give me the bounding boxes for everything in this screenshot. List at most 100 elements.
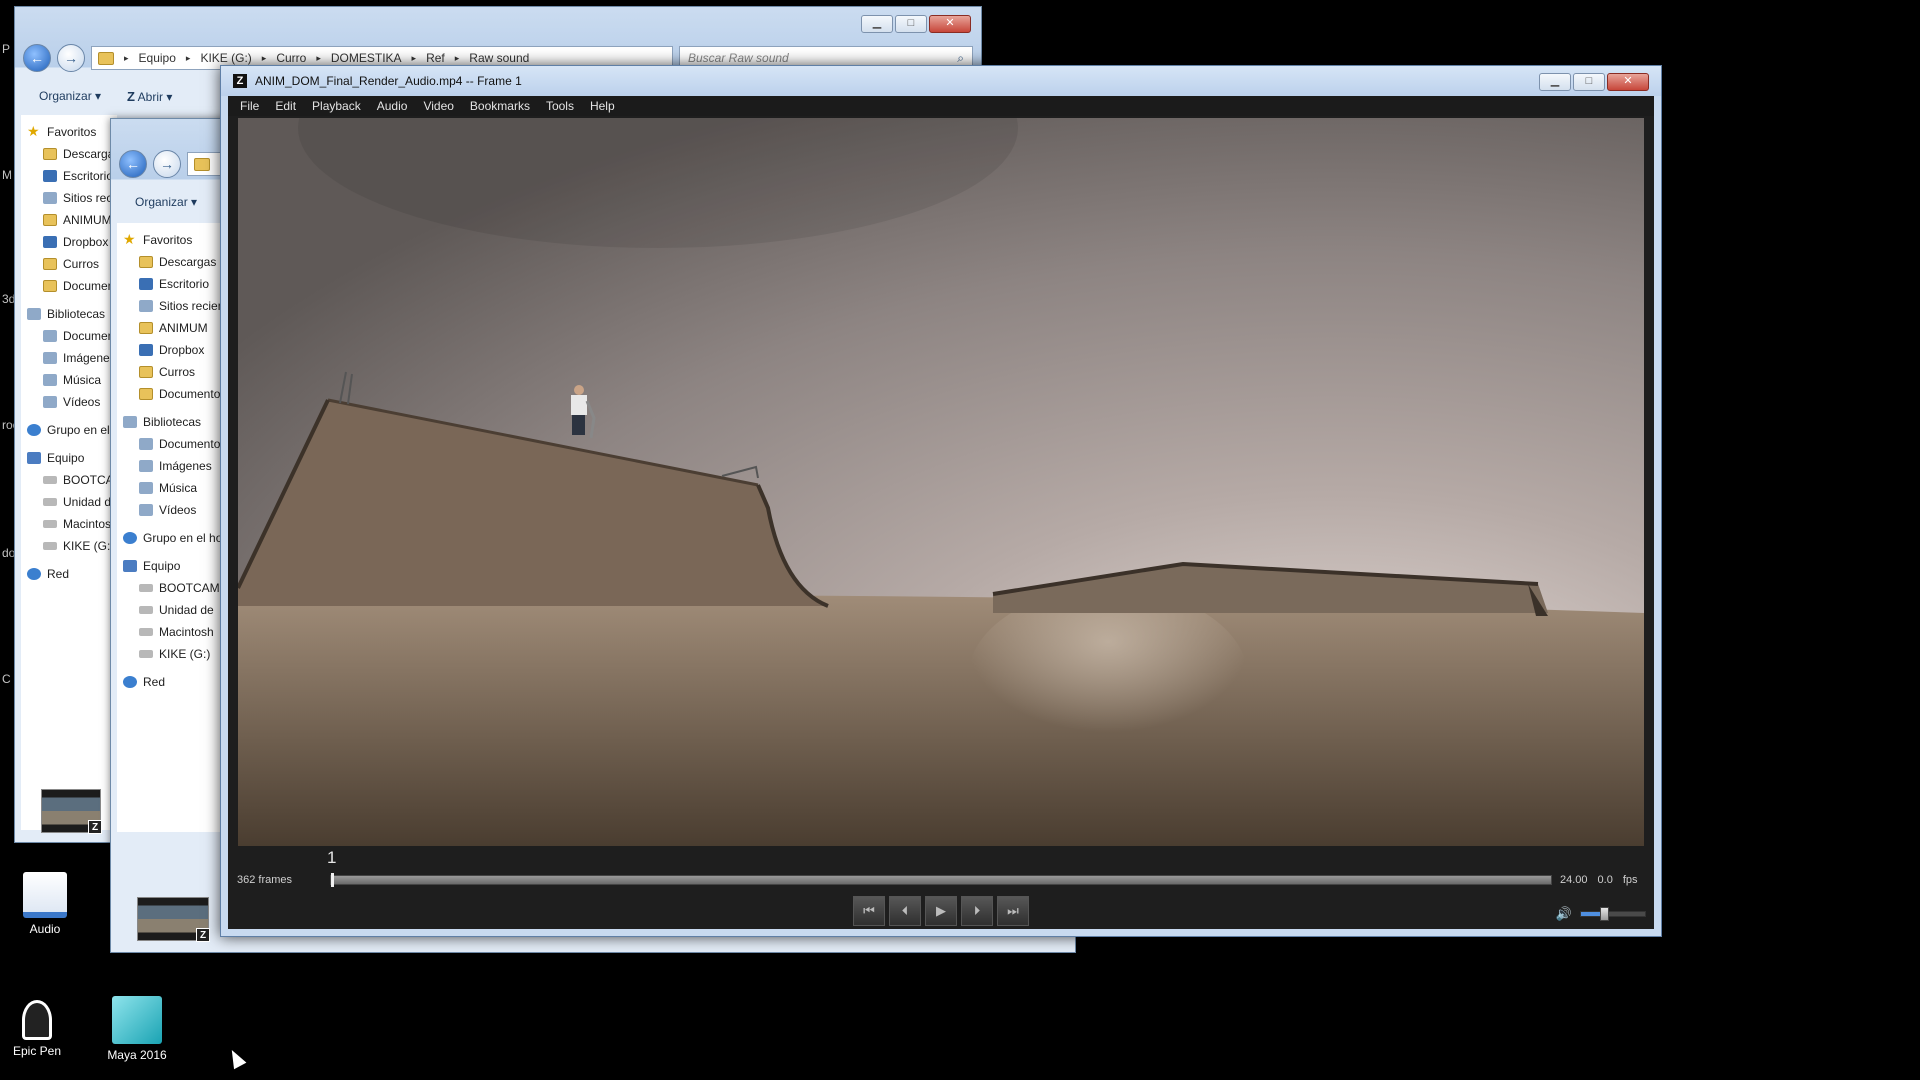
menu-item[interactable]: Video [415,99,461,113]
seek-bar[interactable] [330,873,1552,887]
nav-item[interactable]: ★ Favoritos [21,121,117,143]
nav-item[interactable]: Bibliotecas [117,411,223,433]
breadcrumb-separator-icon[interactable]: ▸ [124,53,129,64]
go-to-end-button[interactable]: ⏭ [997,896,1029,926]
nav-item[interactable]: Grupo en el hogar [21,419,117,441]
volume-knob[interactable] [1600,907,1610,921]
breadcrumb-segment[interactable]: KIKE (G:) [200,51,251,65]
minimize-button[interactable]: ▁ [861,15,893,33]
nav-item[interactable]: Equipo [21,447,117,469]
nav-item[interactable]: Equipo [117,555,223,577]
nav-item[interactable]: Curros [117,361,223,383]
forward-arrow-icon[interactable]: → [153,150,181,178]
nav-item[interactable]: Música [21,369,117,391]
video-player-window[interactable]: Z ANIM_DOM_Final_Render_Audio.mp4 -- Fra… [220,65,1662,937]
nav-item[interactable]: Escritorio [21,165,117,187]
play-button[interactable]: ▶ [925,896,957,926]
nav-item[interactable]: Vídeos [117,499,223,521]
nav-item[interactable]: Sitios recientes [21,187,117,209]
breadcrumb-separator-icon[interactable]: ▸ [186,53,191,64]
menu-item[interactable]: Help [582,99,623,113]
nav-item-label: Macintosh [159,625,214,639]
nav-item[interactable]: Documentos [117,433,223,455]
breadcrumb-separator-icon[interactable]: ▸ [412,53,417,64]
back-arrow-icon[interactable]: ← [23,44,51,72]
nav-item[interactable]: Imágenes [117,455,223,477]
desktop-icon-epic-pen[interactable]: Epic Pen [0,1000,82,1058]
nav-item[interactable]: Dropbox [21,231,117,253]
nav-item[interactable]: Grupo en el hogar [117,527,223,549]
forward-arrow-icon[interactable]: → [57,44,85,72]
close-button[interactable]: ✕ [929,15,971,33]
nav-item[interactable]: ANIMUM [21,209,117,231]
step-forward-button[interactable]: ⏵ [961,896,993,926]
open-button[interactable]: Z Abrir ▾ [127,89,172,104]
nav-item[interactable]: Descargas [117,251,223,273]
breadcrumb-segment[interactable]: Curro [276,51,306,65]
back-arrow-icon[interactable]: ← [119,150,147,178]
seek-bar-handle[interactable] [331,873,334,887]
nav-item[interactable]: Unidad de [117,599,223,621]
nav-item[interactable]: Sitios recientes [117,295,223,317]
lib-icon [139,482,153,494]
nav-item[interactable]: ★ Favoritos [117,229,223,251]
organize-button[interactable]: Organizar ▾ [39,89,101,103]
pc-icon [123,560,137,572]
maximize-button[interactable]: □ [895,15,927,33]
nav-item[interactable]: Documentos [21,325,117,347]
menu-item[interactable]: Playback [304,99,369,113]
nav-item[interactable]: KIKE (G:) [117,643,223,665]
menu-item[interactable]: Bookmarks [462,99,538,113]
nav-item[interactable]: Dropbox [117,339,223,361]
maximize-button[interactable]: □ [1573,73,1605,91]
nav-item[interactable]: Vídeos [21,391,117,413]
nav-item[interactable]: Escritorio [117,273,223,295]
nav-item[interactable]: Macintosh [21,513,117,535]
video-thumbnail[interactable]: Z [137,897,210,942]
nav-item[interactable]: Música [117,477,223,499]
nav-item-label: Bibliotecas [143,415,202,429]
breadcrumb-separator-icon[interactable]: ▸ [455,53,460,64]
nav-item-label: Red [143,675,166,689]
nav-item[interactable]: Macintosh [117,621,223,643]
menu-item[interactable]: Edit [267,99,304,113]
breadcrumb-segment[interactable]: Equipo [139,51,176,65]
video-thumbnail[interactable]: Z [41,789,102,834]
nav-item-label: Escritorio [159,277,210,291]
nav-item[interactable]: BOOTCAMP [21,469,117,491]
breadcrumb-segment[interactable]: Ref [426,51,445,65]
nav-item[interactable]: KIKE (G:) [21,535,117,557]
desktop-icon-audio[interactable]: Audio [0,872,90,936]
nav-item-label: Red [47,567,70,581]
player-title-bar[interactable]: Z ANIM_DOM_Final_Render_Audio.mp4 -- Fra… [221,66,1661,96]
breadcrumb-separator-icon[interactable]: ▸ [316,53,321,64]
breadcrumb-separator-icon[interactable]: ▸ [262,53,267,64]
breadcrumb-segment[interactable]: DOMESTIKA [331,51,402,65]
menu-item[interactable]: Audio [369,99,416,113]
nav-item[interactable]: Bibliotecas [21,303,117,325]
nav-item[interactable]: Descargas [21,143,117,165]
nav-item[interactable]: Documentos [21,275,117,297]
menu-item[interactable]: File [232,99,267,113]
organize-button[interactable]: Organizar ▾ [135,195,197,209]
go-to-start-button[interactable]: ⏮ [853,896,885,926]
nav-item[interactable]: Red [117,671,223,693]
nav-item[interactable]: Imágenes [21,347,117,369]
nav-item[interactable]: ANIMUM [117,317,223,339]
nav-item-label: Vídeos [159,503,197,517]
volume-slider[interactable] [1580,907,1646,921]
close-button[interactable]: ✕ [1607,73,1649,91]
step-back-button[interactable]: ⏴ [889,896,921,926]
menu-item[interactable]: Tools [538,99,582,113]
video-frame[interactable] [238,118,1644,846]
speaker-icon[interactable]: 🔊 [1556,906,1572,922]
minimize-button[interactable]: ▁ [1539,73,1571,91]
nav-item[interactable]: BOOTCAMP [117,577,223,599]
nav-item[interactable]: Curros [21,253,117,275]
nav-item[interactable]: Red [21,563,117,585]
breadcrumb-segment[interactable]: Raw sound [469,51,529,65]
nav-item-label: Documentos [63,329,117,343]
nav-item[interactable]: Documentos [117,383,223,405]
nav-item[interactable]: Unidad de [21,491,117,513]
desktop-icon-maya[interactable]: Maya 2016 [92,996,182,1062]
